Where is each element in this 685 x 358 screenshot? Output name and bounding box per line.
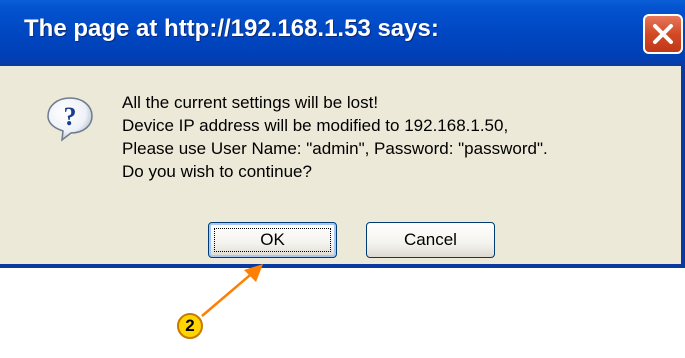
step-callout-badge: 2 [177, 313, 203, 339]
annotation-arrow [201, 264, 263, 317]
